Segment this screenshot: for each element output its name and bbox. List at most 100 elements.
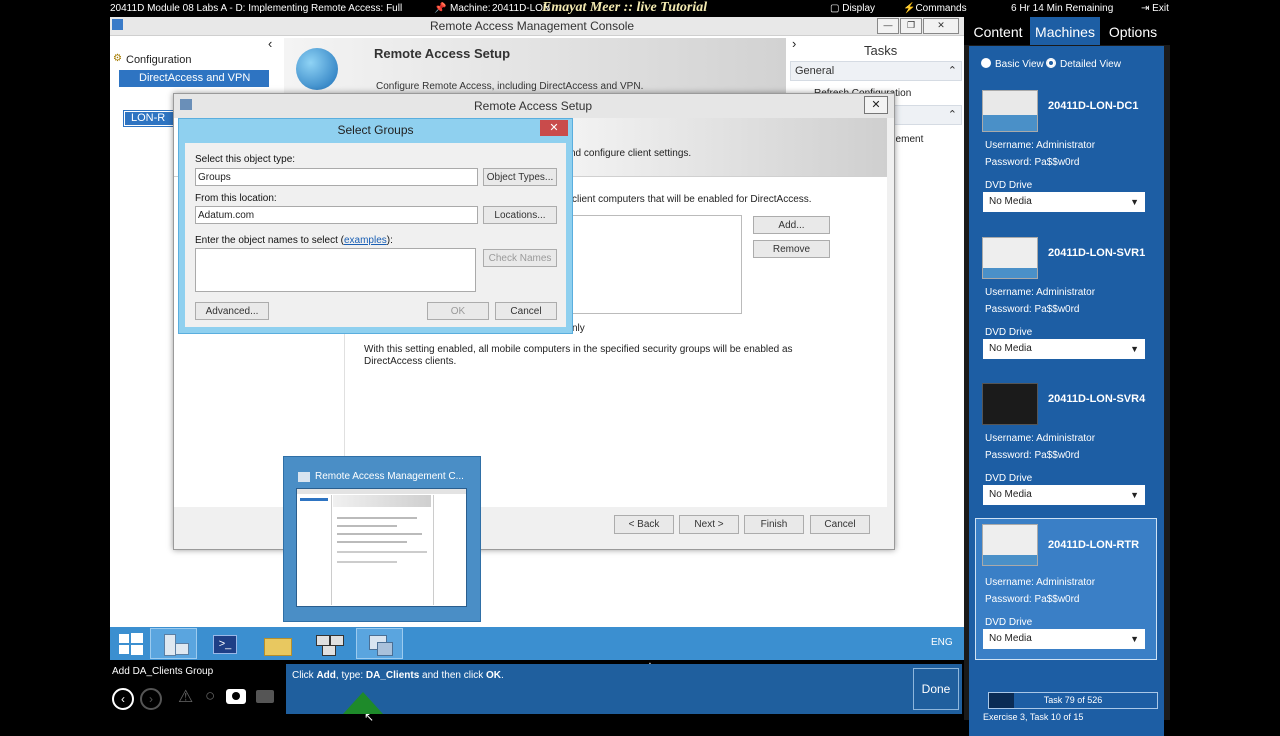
machine-password: Password: Pa$$w0rd [985,450,1080,461]
network-taskbar-icon[interactable] [306,628,353,659]
object-names-label: Enter the object names to select (exampl… [195,235,393,246]
video-camera-icon[interactable] [256,690,274,703]
security-groups-list[interactable] [570,215,742,314]
select-groups-dialog[interactable]: Select Groups ✕ Select this object type:… [178,118,573,334]
machines-panel: Basic View Detailed View 20411D-LON-DC1 … [969,46,1164,736]
nav-configuration[interactable]: Configuration [126,54,191,66]
setup-cancel-button[interactable]: Cancel [810,515,870,534]
tab-machines[interactable]: Machines [1030,17,1100,45]
preview-window-thumbnail [296,488,467,607]
lab-right-panel: Content Machines Options Basic View Deta… [964,17,1170,736]
powershell-taskbar-icon[interactable]: >_ [200,628,247,659]
dropdown-arrow-icon: ▼ [1130,344,1139,354]
object-type-field: Groups [195,168,478,186]
tasks-general-header[interactable]: General ⌃ [790,61,962,81]
machine-username: Username: Administrator [985,287,1096,298]
pin-icon[interactable]: 📌 [434,3,446,14]
preview-app-icon [298,472,310,482]
warning-icon[interactable]: ⚠ [178,687,193,707]
location-label: From this location: [195,193,277,204]
dvd-drive-select[interactable]: No Media ▼ [983,192,1145,212]
right-letterbox [1170,0,1280,720]
task-progress-bar: Task 79 of 526 [988,692,1158,709]
dropdown-arrow-icon: ▼ [1130,490,1139,500]
add-group-button[interactable]: Add... [753,216,830,234]
dvd-drive-select[interactable]: No Media ▼ [983,485,1145,505]
setup-dialog-close-button[interactable]: ✕ [864,96,888,114]
finish-button[interactable]: Finish [744,515,804,534]
select-groups-text: client computers that will be enabled fo… [572,194,812,205]
commands-menu[interactable]: ⚡Commands [903,3,967,14]
close-button[interactable]: ✕ [923,18,959,34]
done-button[interactable]: Done [913,668,959,710]
machine-password: Password: Pa$$w0rd [985,594,1080,605]
advanced-button[interactable]: Advanced... [195,302,269,320]
file-explorer-taskbar-icon[interactable] [255,628,302,659]
select-groups-close-button[interactable]: ✕ [540,120,568,136]
next-task-icon[interactable]: › [140,688,162,710]
task-manage[interactable]: gement [890,134,923,145]
radio-selected-icon [1046,58,1056,68]
dvd-drive-label: DVD Drive [985,327,1033,338]
server-manager-taskbar-icon[interactable] [150,628,197,659]
dvd-drive-select[interactable]: No Media ▼ [983,629,1145,649]
machine-thumbnail[interactable] [982,237,1038,279]
machine-username: Username: Administrator [985,140,1096,151]
console-title: Remote Access Management Console [430,19,635,33]
configuration-icon: ⚙ [113,53,122,64]
windows-taskbar: >_ ENG [110,627,964,660]
time-remaining: 6 Hr 14 Min Remaining [1011,3,1114,14]
hint-bulb-icon[interactable]: ○ [205,686,215,706]
machine-name: 20411D-LON-RTR [1048,539,1140,551]
machine-card[interactable]: 20411D-LON-SVR1 Username: Administrator … [976,233,1156,373]
back-button[interactable]: < Back [614,515,674,534]
setup-header-title: Remote Access Setup [374,46,511,61]
restore-button[interactable]: ❐ [900,18,922,34]
machine-username: Username: Administrator [985,433,1096,444]
dvd-drive-label: DVD Drive [985,180,1033,191]
console-app-icon [112,19,123,30]
select-groups-cancel-button[interactable]: Cancel [495,302,557,320]
collapse-nav-icon[interactable]: ‹ [268,36,272,51]
tab-content[interactable]: Content [968,17,1028,45]
expand-tasks-icon[interactable]: › [792,36,796,51]
dialog-app-icon [180,99,192,110]
dvd-drive-select[interactable]: No Media ▼ [983,339,1145,359]
machine-card[interactable]: 20411D-LON-SVR4 Username: Administrator … [976,379,1156,519]
taskbar-preview-popup[interactable]: Remote Access Management C... [283,456,481,622]
machine-thumbnail[interactable] [982,383,1038,425]
exit-button[interactable]: ⇥ Exit [1141,3,1169,14]
machine-card[interactable]: 20411D-LON-DC1 Username: Administrator P… [976,86,1156,226]
locations-button[interactable]: Locations... [483,206,557,224]
minimize-button[interactable]: — [877,18,899,34]
ok-button[interactable]: OK [427,302,489,320]
remove-group-button[interactable]: Remove [753,240,830,258]
machine-card-selected[interactable]: 20411D-LON-RTR Username: Administrator P… [975,518,1157,660]
instruction-text: Click Add, type: DA_Clients and then cli… [292,670,504,681]
machine-name: 20411D-LON-SVR4 [1048,393,1146,405]
tasks-title: Tasks [864,43,898,58]
detailed-view-radio[interactable]: Detailed View [1046,58,1121,70]
machine-thumbnail[interactable] [982,90,1038,132]
camera-icon[interactable] [226,689,246,704]
mobile-only-option-text: nly [572,323,585,334]
language-indicator[interactable]: ENG [931,637,953,648]
display-menu[interactable]: ▢ Display [830,3,875,14]
previous-task-icon[interactable]: ‹ [112,688,134,710]
machine-password: Password: Pa$$w0rd [985,304,1080,315]
tab-options[interactable]: Options [1102,17,1164,45]
chevron-up-icon: ⌃ [947,109,957,121]
remote-access-console-taskbar-icon[interactable] [356,628,403,659]
examples-link[interactable]: examples [344,235,387,246]
object-names-input[interactable] [195,248,476,292]
check-names-button[interactable]: Check Names [483,249,557,267]
next-button[interactable]: Next > [679,515,739,534]
console-titlebar: Remote Access Management Console — ❐ ✕ [110,17,964,36]
instruction-panel: Click Add, type: DA_Clients and then cli… [286,664,962,714]
machine-label: Machine: [450,3,491,14]
lab-top-bar: 20411D Module 08 Labs A - D: Implementin… [110,0,1170,17]
nav-directaccess-vpn[interactable]: DirectAccess and VPN [119,70,269,87]
machine-thumbnail[interactable] [982,524,1038,566]
basic-view-radio[interactable]: Basic View [981,58,1044,70]
object-types-button[interactable]: Object Types... [483,168,557,186]
